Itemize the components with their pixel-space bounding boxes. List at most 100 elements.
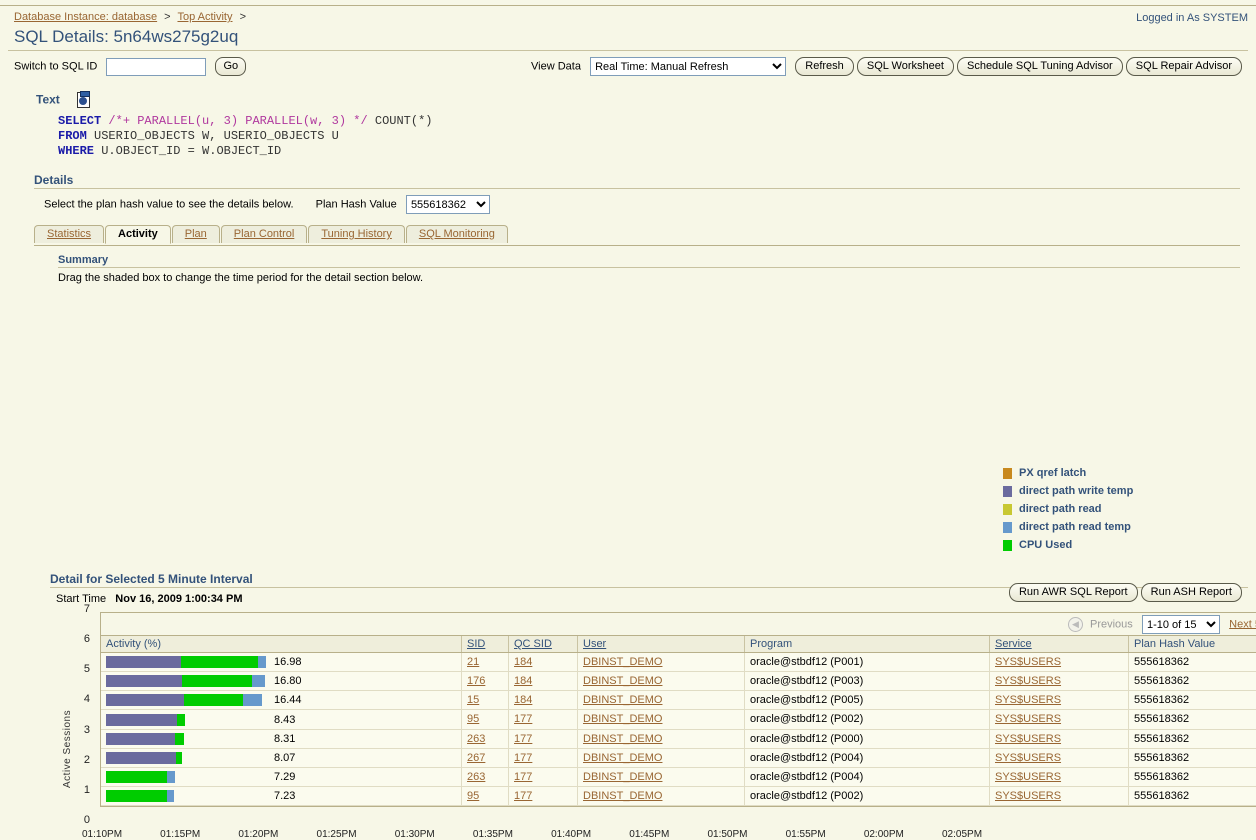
tab-activity[interactable]: Activity <box>105 225 171 244</box>
service-link[interactable]: SYS$USERS <box>995 713 1061 725</box>
run-awr-sql-report-button[interactable]: Run AWR SQL Report <box>1009 583 1138 602</box>
plan-hash-select[interactable]: 555618362 <box>406 195 490 214</box>
tab-plan-control[interactable]: Plan Control <box>221 225 308 243</box>
run-ash-report-button[interactable]: Run ASH Report <box>1141 583 1242 602</box>
legend-label: direct path read temp <box>1019 521 1131 533</box>
view-data-select[interactable]: Real Time: Manual Refresh <box>590 57 786 76</box>
sid-link[interactable]: 21 <box>467 656 479 668</box>
breadcrumb-link-database-instance[interactable]: Database Instance: database <box>14 11 157 23</box>
sql-token: /*+ PARALLEL(u, 3) PARALLEL(w, 3) */ <box>108 114 374 128</box>
logged-in-user: Logged in As SYSTEM <box>1136 12 1248 24</box>
tab-link[interactable]: Plan <box>185 228 207 240</box>
qc-sid-link[interactable]: 184 <box>514 694 532 706</box>
sid-link[interactable]: 263 <box>467 733 485 745</box>
qc-sid-link[interactable]: 177 <box>514 790 532 802</box>
next-link[interactable]: Next 5 <box>1229 618 1256 630</box>
column-header-plan-hash-value[interactable]: Plan Hash Value <box>1129 636 1256 653</box>
column-sort-link[interactable]: User <box>583 638 606 650</box>
sid-link[interactable]: 15 <box>467 694 479 706</box>
qc-sid-link[interactable]: 184 <box>514 675 532 687</box>
sid-link[interactable]: 176 <box>467 675 485 687</box>
document-gear-icon[interactable] <box>75 91 91 108</box>
service-link[interactable]: SYS$USERS <box>995 675 1061 687</box>
user-link[interactable]: DBINST_DEMO <box>583 694 662 706</box>
refresh-button[interactable]: Refresh <box>795 57 854 76</box>
activity-bar <box>106 771 266 783</box>
qc-sid-link[interactable]: 177 <box>514 771 532 783</box>
bar-segment-purple <box>106 752 176 764</box>
column-header-qc-sid[interactable]: QC SID <box>509 636 578 653</box>
x-tick: 01:40PM <box>551 829 591 840</box>
service-link[interactable]: SYS$USERS <box>995 771 1061 783</box>
x-tick: 01:30PM <box>395 829 435 840</box>
user-link[interactable]: DBINST_DEMO <box>583 713 662 725</box>
tab-link[interactable]: SQL Monitoring <box>419 228 495 240</box>
qc-sid-link-cell: 177 <box>509 748 578 767</box>
activity-bar <box>106 790 266 802</box>
tab-statistics[interactable]: Statistics <box>34 225 104 243</box>
sid-link[interactable]: 267 <box>467 752 485 764</box>
column-header-activity[interactable]: Activity (%) <box>101 636 462 653</box>
bar-segment-blue <box>243 694 262 706</box>
sql-repair-advisor-button[interactable]: SQL Repair Advisor <box>1126 57 1242 76</box>
sid-link-cell: 267 <box>462 748 509 767</box>
activity-percent-cell: 8.43 <box>101 710 462 729</box>
service-link[interactable]: SYS$USERS <box>995 694 1061 706</box>
tab-link[interactable]: Plan Control <box>234 228 295 240</box>
schedule-sql-tuning-advisor-button[interactable]: Schedule SQL Tuning Advisor <box>957 57 1123 76</box>
sql-token: SELECT <box>58 114 108 128</box>
qc-sid-link[interactable]: 177 <box>514 733 532 745</box>
tab-link[interactable]: Tuning History <box>321 228 392 240</box>
sid-link-cell: 95 <box>462 710 509 729</box>
legend-item: direct path write temp <box>1003 482 1133 500</box>
activity-percent-cell: 7.23 <box>101 786 462 805</box>
page-range-select[interactable]: 1-10 of 15 <box>1142 615 1220 634</box>
go-button[interactable]: Go <box>215 57 246 76</box>
tab-plan[interactable]: Plan <box>172 225 220 243</box>
sql-text-header: Text <box>8 85 1248 108</box>
user-link[interactable]: DBINST_DEMO <box>583 733 662 745</box>
bar-segment-green <box>184 694 243 706</box>
user-link[interactable]: DBINST_DEMO <box>583 771 662 783</box>
sid-link[interactable]: 263 <box>467 771 485 783</box>
plan-hash-value: 555618362 <box>1129 767 1256 786</box>
user-link-cell: DBINST_DEMO <box>578 653 745 672</box>
sid-link[interactable]: 95 <box>467 713 479 725</box>
column-sort-link[interactable]: Service <box>995 638 1032 650</box>
service-link[interactable]: SYS$USERS <box>995 752 1061 764</box>
sql-worksheet-button[interactable]: SQL Worksheet <box>857 57 954 76</box>
qc-sid-link[interactable]: 184 <box>514 656 532 668</box>
user-link[interactable]: DBINST_DEMO <box>583 790 662 802</box>
column-header-sid[interactable]: SID <box>462 636 509 653</box>
sid-link[interactable]: 95 <box>467 790 479 802</box>
user-link[interactable]: DBINST_DEMO <box>583 675 662 687</box>
chart-legend: PX qref latchdirect path write tempdirec… <box>1003 464 1133 554</box>
start-time-label: Start Time <box>56 593 106 605</box>
service-link[interactable]: SYS$USERS <box>995 790 1061 802</box>
legend-label: CPU Used <box>1019 539 1072 551</box>
qc-sid-link[interactable]: 177 <box>514 752 532 764</box>
program-value: oracle@stbdf12 (P002) <box>745 786 990 805</box>
service-link[interactable]: SYS$USERS <box>995 733 1061 745</box>
breadcrumb-link-top-activity[interactable]: Top Activity <box>177 11 232 23</box>
user-link-cell: DBINST_DEMO <box>578 767 745 786</box>
service-link[interactable]: SYS$USERS <box>995 656 1061 668</box>
service-link-cell: SYS$USERS <box>990 653 1129 672</box>
plan-hash-value: 555618362 <box>1129 729 1256 748</box>
column-header-user[interactable]: User <box>578 636 745 653</box>
qc-sid-link[interactable]: 177 <box>514 713 532 725</box>
tab-tuning-history[interactable]: Tuning History <box>308 225 405 243</box>
column-header-program[interactable]: Program <box>745 636 990 653</box>
column-sort-link[interactable]: SID <box>467 638 485 650</box>
qc-sid-link-cell: 177 <box>509 729 578 748</box>
tab-sql-monitoring[interactable]: SQL Monitoring <box>406 225 508 243</box>
column-header-service[interactable]: Service <box>990 636 1129 653</box>
user-link[interactable]: DBINST_DEMO <box>583 752 662 764</box>
legend-swatch <box>1003 522 1012 533</box>
user-link[interactable]: DBINST_DEMO <box>583 656 662 668</box>
tab-link[interactable]: Statistics <box>47 228 91 240</box>
switch-sql-id-input[interactable] <box>106 58 206 76</box>
column-sort-link[interactable]: QC SID <box>514 638 552 650</box>
report-buttons: Run AWR SQL Report Run ASH Report <box>1009 583 1242 602</box>
program-value: oracle@stbdf12 (P000) <box>745 729 990 748</box>
